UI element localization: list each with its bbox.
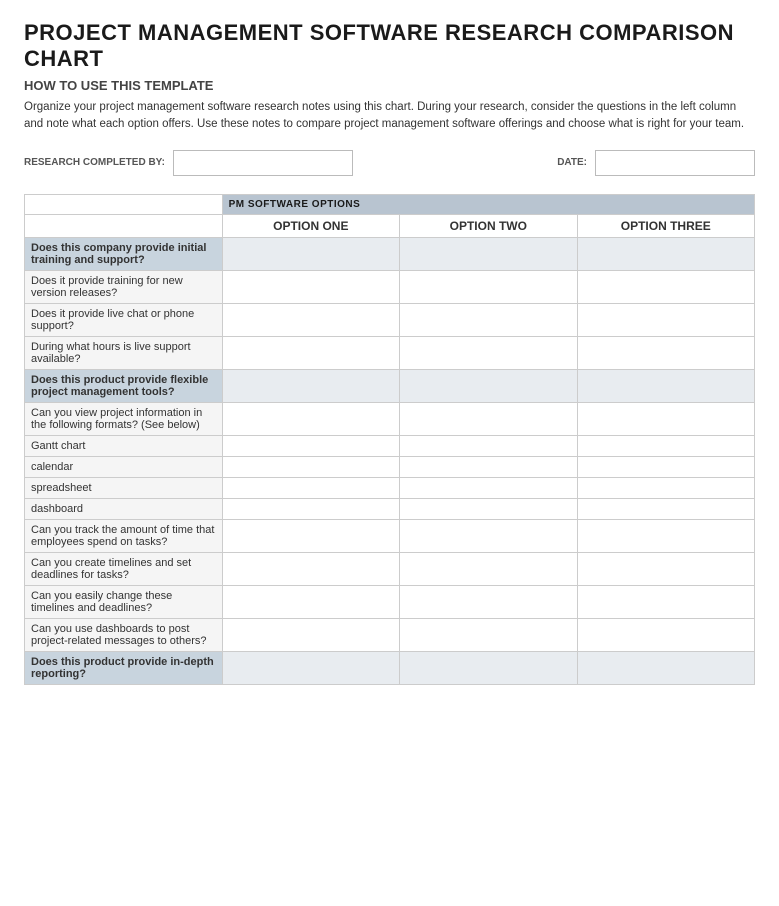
answer-cell[interactable] [400, 519, 577, 552]
answer-cell[interactable] [222, 456, 399, 477]
meta-row: RESEARCH COMPLETED BY: DATE: [24, 150, 755, 176]
answer-cell[interactable] [400, 477, 577, 498]
how-to-label: HOW TO USE THIS TEMPLATE [24, 78, 755, 93]
table-row: During what hours is live support availa… [25, 336, 755, 369]
answer-cell[interactable] [222, 651, 399, 684]
answer-cell[interactable] [222, 303, 399, 336]
table-row: Does this product provide flexible proje… [25, 369, 755, 402]
pm-options-header-row: PM SOFTWARE OPTIONS [25, 194, 755, 214]
research-label: RESEARCH COMPLETED BY: [24, 157, 165, 168]
page-title: PROJECT MANAGEMENT SOFTWARE RESEARCH COM… [24, 20, 755, 72]
answer-cell[interactable] [577, 456, 754, 477]
answer-cell[interactable] [577, 552, 754, 585]
question-col-blank [25, 214, 223, 237]
answer-cell[interactable] [577, 303, 754, 336]
answer-cell[interactable] [400, 552, 577, 585]
table-row: Can you view project information in the … [25, 402, 755, 435]
answer-cell[interactable] [577, 651, 754, 684]
answer-cell[interactable] [577, 435, 754, 456]
answer-cell[interactable] [222, 270, 399, 303]
answer-cell[interactable] [222, 585, 399, 618]
answer-cell[interactable] [400, 651, 577, 684]
answer-cell[interactable] [222, 435, 399, 456]
date-label: DATE: [557, 157, 587, 168]
question-cell: Can you easily change these timelines an… [25, 585, 223, 618]
answer-cell[interactable] [577, 336, 754, 369]
description: Organize your project management softwar… [24, 99, 755, 134]
option-one-header: OPTION ONE [222, 214, 399, 237]
answer-cell[interactable] [577, 270, 754, 303]
answer-cell[interactable] [400, 270, 577, 303]
answer-cell[interactable] [577, 477, 754, 498]
table-row: Does this product provide in-depth repor… [25, 651, 755, 684]
research-field: RESEARCH COMPLETED BY: [24, 150, 353, 176]
answer-cell[interactable] [222, 552, 399, 585]
answer-cell[interactable] [222, 336, 399, 369]
answer-cell[interactable] [400, 237, 577, 270]
pm-options-header: PM SOFTWARE OPTIONS [222, 194, 754, 214]
table-row: Does this company provide initial traini… [25, 237, 755, 270]
question-cell: calendar [25, 456, 223, 477]
question-cell: dashboard [25, 498, 223, 519]
answer-cell[interactable] [400, 402, 577, 435]
question-cell: Can you track the amount of time that em… [25, 519, 223, 552]
table-row: Can you use dashboards to post project-r… [25, 618, 755, 651]
table-row: dashboard [25, 498, 755, 519]
question-cell: spreadsheet [25, 477, 223, 498]
question-cell: Does this company provide initial traini… [25, 237, 223, 270]
answer-cell[interactable] [577, 585, 754, 618]
table-row: Can you track the amount of time that em… [25, 519, 755, 552]
option-two-header: OPTION TWO [400, 214, 577, 237]
date-input[interactable] [595, 150, 755, 176]
question-cell: Does this product provide in-depth repor… [25, 651, 223, 684]
question-cell: Can you view project information in the … [25, 402, 223, 435]
answer-cell[interactable] [222, 477, 399, 498]
table-row: Can you easily change these timelines an… [25, 585, 755, 618]
answer-cell[interactable] [400, 498, 577, 519]
question-cell: Does it provide training for new version… [25, 270, 223, 303]
answer-cell[interactable] [400, 369, 577, 402]
answer-cell[interactable] [400, 336, 577, 369]
answer-cell[interactable] [222, 618, 399, 651]
option-labels-row: OPTION ONE OPTION TWO OPTION THREE [25, 214, 755, 237]
date-field: DATE: [557, 150, 755, 176]
table-row: Gantt chart [25, 435, 755, 456]
answer-cell[interactable] [577, 402, 754, 435]
answer-cell[interactable] [222, 402, 399, 435]
answer-cell[interactable] [400, 618, 577, 651]
answer-cell[interactable] [222, 237, 399, 270]
answer-cell[interactable] [577, 369, 754, 402]
question-cell: Gantt chart [25, 435, 223, 456]
answer-cell[interactable] [577, 519, 754, 552]
question-cell: During what hours is live support availa… [25, 336, 223, 369]
answer-cell[interactable] [577, 498, 754, 519]
answer-cell[interactable] [400, 456, 577, 477]
research-input[interactable] [173, 150, 353, 176]
table-row: spreadsheet [25, 477, 755, 498]
question-cell: Can you use dashboards to post project-r… [25, 618, 223, 651]
answer-cell[interactable] [577, 618, 754, 651]
answer-cell[interactable] [400, 303, 577, 336]
answer-cell[interactable] [400, 585, 577, 618]
comparison-table: PM SOFTWARE OPTIONS OPTION ONE OPTION TW… [24, 194, 755, 685]
option-three-header: OPTION THREE [577, 214, 754, 237]
answer-cell[interactable] [222, 369, 399, 402]
question-cell: Does it provide live chat or phone suppo… [25, 303, 223, 336]
answer-cell[interactable] [577, 237, 754, 270]
blank-header-cell [25, 194, 223, 214]
question-cell: Does this product provide flexible proje… [25, 369, 223, 402]
question-cell: Can you create timelines and set deadlin… [25, 552, 223, 585]
table-row: calendar [25, 456, 755, 477]
answer-cell[interactable] [400, 435, 577, 456]
answer-cell[interactable] [222, 498, 399, 519]
table-row: Does it provide training for new version… [25, 270, 755, 303]
table-row: Does it provide live chat or phone suppo… [25, 303, 755, 336]
table-row: Can you create timelines and set deadlin… [25, 552, 755, 585]
answer-cell[interactable] [222, 519, 399, 552]
